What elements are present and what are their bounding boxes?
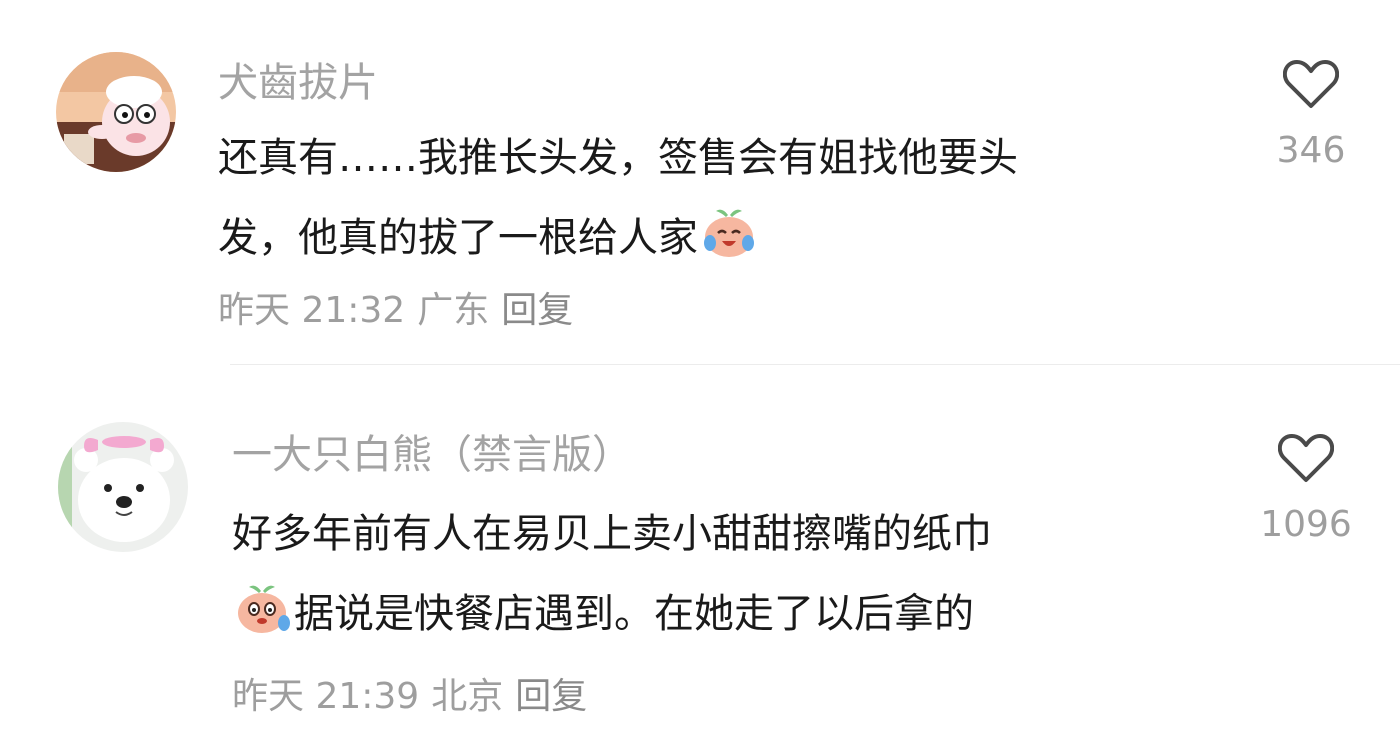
heart-outline-icon xyxy=(1278,434,1334,482)
comment-location: 北京 xyxy=(431,676,504,717)
sweating-peach-emoji-icon xyxy=(232,577,294,639)
username[interactable]: 犬齒拔片 xyxy=(218,58,378,108)
like-button[interactable]: 346 xyxy=(1246,58,1376,174)
comment-text: 好多年前有人在易贝上卖小甜甜擦嘴的纸巾 据说是快餐店遇到。在她走了以后拿的 xyxy=(232,494,992,654)
comment-line: 好多年前有人在易贝上卖小甜甜擦嘴的纸巾 xyxy=(232,511,992,557)
sheep-avatar-icon xyxy=(56,52,176,172)
comment-text: 还真有……我推长头发，签售会有姐找他要头 发，他真的拔了一根给人家 xyxy=(218,118,1018,278)
avatar[interactable] xyxy=(58,422,188,552)
like-button[interactable]: 1096 xyxy=(1241,432,1371,548)
comment-time: 昨天 21:39 xyxy=(232,676,420,717)
like-count: 346 xyxy=(1276,130,1346,171)
reply-button[interactable]: 回复 xyxy=(501,290,573,331)
reply-button[interactable]: 回复 xyxy=(515,676,587,717)
comment-line: 据说是快餐店遇到。在她走了以后拿的 xyxy=(232,574,992,654)
white-bear-avatar-icon xyxy=(58,422,188,552)
comment-divider xyxy=(230,364,1400,365)
like-count: 1096 xyxy=(1260,504,1352,545)
crying-laughing-peach-emoji-icon xyxy=(698,201,760,263)
comment-meta: 昨天 21:32 广东 回复 xyxy=(218,288,585,334)
username[interactable]: 一大只白熊（禁言版） xyxy=(232,430,632,480)
comment-time: 昨天 21:32 xyxy=(218,290,406,331)
comment-line: 发，他真的拔了一根给人家 xyxy=(218,198,1018,278)
heart-outline-icon xyxy=(1283,60,1339,108)
avatar[interactable] xyxy=(56,52,176,172)
comment-meta: 昨天 21:39 北京 回复 xyxy=(232,674,599,720)
comment-line: 还真有……我推长头发，签售会有姐找他要头 xyxy=(218,135,1018,181)
comment-location: 广东 xyxy=(417,290,490,331)
